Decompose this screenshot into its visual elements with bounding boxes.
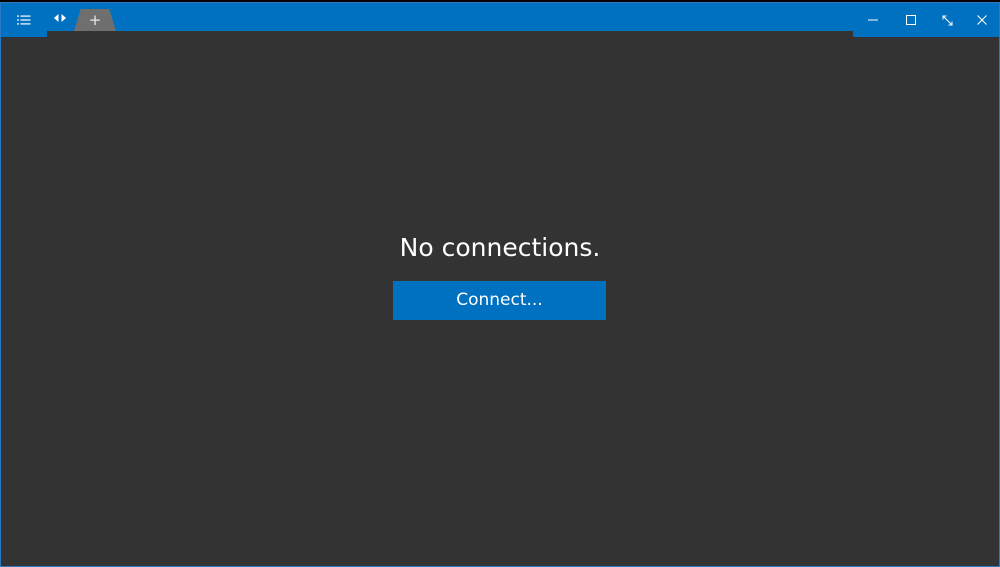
- main-content: No connections. Connect...: [1, 37, 999, 566]
- no-connections-message: No connections.: [399, 233, 601, 262]
- minimize-button[interactable]: [854, 3, 892, 37]
- maximize-icon: [906, 15, 916, 25]
- close-button[interactable]: [964, 3, 999, 37]
- minimize-icon: [868, 19, 878, 21]
- connect-button[interactable]: Connect...: [393, 281, 606, 320]
- menu-button[interactable]: [5, 3, 43, 37]
- fullscreen-icon: [942, 15, 952, 25]
- new-tab-button[interactable]: +: [74, 9, 116, 31]
- close-icon: [977, 15, 987, 25]
- hamburger-list-icon: [17, 15, 31, 25]
- plus-icon: +: [88, 10, 102, 29]
- maximize-button[interactable]: [892, 3, 930, 37]
- left-right-arrows-icon: [54, 14, 66, 22]
- title-bar: +: [1, 3, 999, 37]
- app-window: + No connections. Connect...: [0, 2, 1000, 567]
- fullscreen-button[interactable]: [928, 3, 966, 37]
